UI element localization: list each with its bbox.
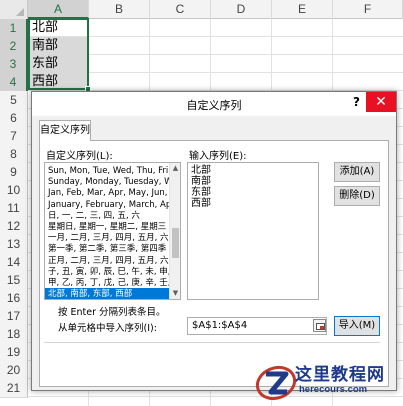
column-header-f[interactable]: F xyxy=(333,0,403,19)
watermark-title: 这里教程网 xyxy=(295,365,385,385)
cell-selection-border xyxy=(28,18,89,90)
entry-line: 北部 xyxy=(191,165,211,176)
row-header-1[interactable]: 1 xyxy=(0,19,28,38)
select-all-corner[interactable] xyxy=(0,0,28,19)
scroll-thumb[interactable] xyxy=(172,228,179,258)
hint-text: 按 Enter 分隔列表条目。 xyxy=(58,307,166,318)
tab-custom-lists[interactable]: 自定义序列 xyxy=(39,120,91,141)
listbox-scrollbar[interactable]: ▲ ▼ xyxy=(169,163,180,299)
entry-line: 东部 xyxy=(191,187,211,198)
row-header-2[interactable]: 2 xyxy=(0,37,28,56)
range-picker-icon[interactable] xyxy=(313,319,326,332)
row-header-8[interactable]: 8 xyxy=(0,145,28,164)
import-button[interactable]: 导入(M) xyxy=(334,316,380,336)
close-button[interactable]: ✕ xyxy=(366,92,396,112)
list-entries-textarea[interactable]: 北部 南部 东部 西部 xyxy=(187,162,319,300)
list-entries-label: 输入序列(E): xyxy=(189,151,247,162)
column-header-e[interactable]: E xyxy=(272,0,333,19)
row-header-20[interactable]: 20 xyxy=(0,361,28,380)
scroll-up-icon[interactable]: ▲ xyxy=(170,163,180,174)
custom-lists-listbox[interactable]: Sun, Mon, Tue, Wed, Thu, Fri, S Sunday, M… xyxy=(44,162,181,300)
row-header-4[interactable]: 4 xyxy=(0,73,28,92)
import-range-input[interactable]: $A$1:$A$4 xyxy=(187,317,327,335)
row-header-12[interactable]: 12 xyxy=(0,217,28,236)
import-label: 从单元格中导入序列(I): xyxy=(58,323,157,334)
row-header-9[interactable]: 9 xyxy=(0,163,28,182)
custom-list-item[interactable]: 北部, 南部, 东部, 西部 xyxy=(45,288,169,299)
row-header-7[interactable]: 7 xyxy=(0,127,28,146)
row-header-16[interactable]: 16 xyxy=(0,289,28,308)
help-button[interactable]: ? xyxy=(353,95,360,109)
column-header-b[interactable]: B xyxy=(89,0,150,19)
row-header-17[interactable]: 17 xyxy=(0,307,28,326)
delete-button[interactable]: 删除(D) xyxy=(334,186,380,206)
custom-lists-label: 自定义序列(L): xyxy=(46,151,113,162)
entry-line: 南部 xyxy=(191,176,211,187)
row-header-18[interactable]: 18 xyxy=(0,325,28,344)
watermark: 这里教程网 herecours.com xyxy=(255,356,403,406)
column-header-row: A B C D E F xyxy=(0,0,403,19)
row-header-6[interactable]: 6 xyxy=(0,109,28,128)
column-header-a[interactable]: A xyxy=(28,0,89,19)
row-header-5[interactable]: 5 xyxy=(0,91,28,110)
row-header-10[interactable]: 10 xyxy=(0,181,28,200)
watermark-url: herecours.com xyxy=(299,384,368,395)
add-button[interactable]: 添加(A) xyxy=(334,162,380,182)
scroll-down-icon[interactable]: ▼ xyxy=(170,288,180,299)
row-header-3[interactable]: 3 xyxy=(0,55,28,74)
column-header-d[interactable]: D xyxy=(211,0,272,19)
watermark-logo-icon xyxy=(255,365,297,401)
row-header-11[interactable]: 11 xyxy=(0,199,28,218)
entry-line: 西部 xyxy=(191,198,211,209)
divider xyxy=(44,342,380,343)
dialog-titlebar[interactable]: 自定义序列 ? ✕ xyxy=(32,92,396,116)
dialog-title: 自定义序列 xyxy=(186,99,242,112)
column-header-c[interactable]: C xyxy=(150,0,211,19)
custom-lists-dialog: 自定义序列 ? ✕ 自定义序列 自定义序列(L): 输入序列(E): Sun, … xyxy=(31,91,397,391)
row-header-14[interactable]: 14 xyxy=(0,253,28,272)
row-header-13[interactable]: 13 xyxy=(0,235,28,254)
row-header-19[interactable]: 19 xyxy=(0,343,28,362)
row-header-15[interactable]: 15 xyxy=(0,271,28,290)
row-header-21[interactable]: 21 xyxy=(0,379,28,398)
